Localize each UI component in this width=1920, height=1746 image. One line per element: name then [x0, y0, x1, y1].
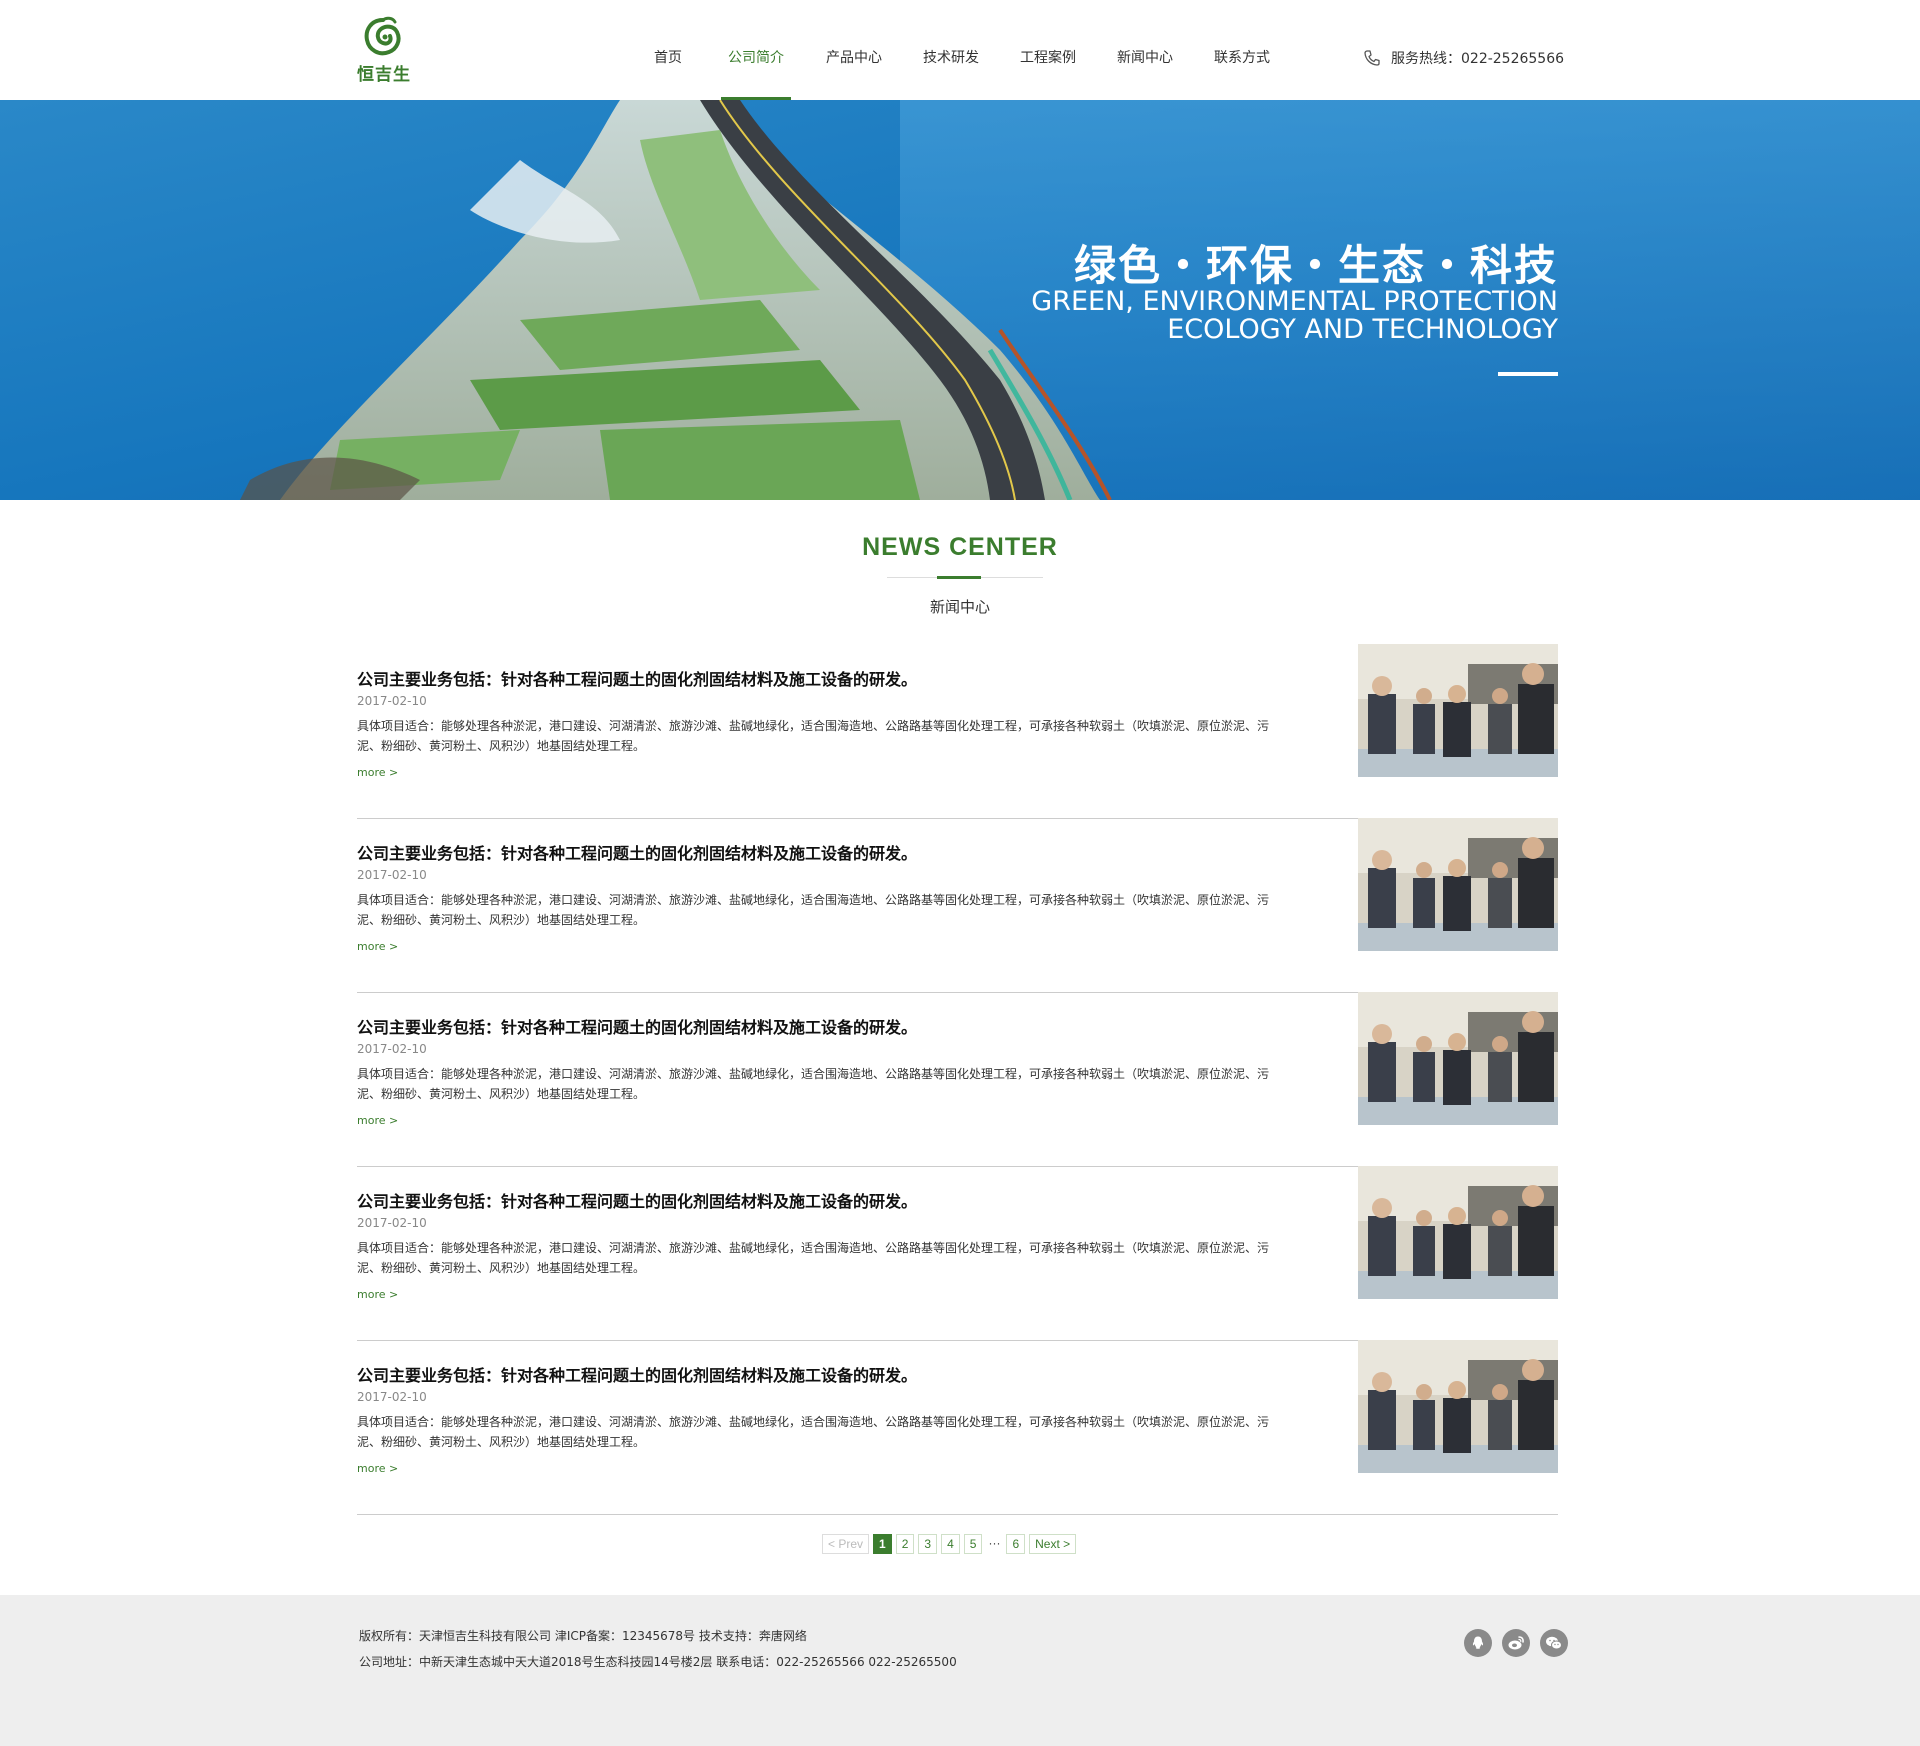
banner-image [0, 100, 1920, 500]
news-title[interactable]: 公司主要业务包括：针对各种工程问题土的固化剂固结材料及施工设备的研发。 [357, 1014, 917, 1038]
news-more-link[interactable]: more > [357, 1114, 398, 1127]
wechat-icon[interactable] [1540, 1629, 1568, 1657]
news-date: 2017-02-10 [357, 694, 427, 708]
hotline-text: 服务热线：022-25265566 [1391, 51, 1565, 67]
news-title[interactable]: 公司主要业务包括：针对各种工程问题土的固化剂固结材料及施工设备的研发。 [357, 666, 917, 690]
site-footer: 版权所有：天津恒吉生科技有限公司 津ICP备案：12345678号 技术支持：奔… [0, 1595, 1920, 1746]
banner-subtitle-line2: ECOLOGY AND TECHNOLOGY [1167, 314, 1558, 345]
news-thumbnail[interactable] [1358, 818, 1558, 951]
pagination-prev[interactable]: < Prev [822, 1534, 870, 1554]
news-title[interactable]: 公司主要业务包括：针对各种工程问题土的固化剂固结材料及施工设备的研发。 [357, 840, 917, 864]
news-title[interactable]: 公司主要业务包括：针对各种工程问题土的固化剂固结材料及施工设备的研发。 [357, 1188, 917, 1212]
hotline: 服务热线：022-25265566 [1363, 48, 1564, 68]
banner-subtitle: GREEN, ENVIRONMENTAL PROTECTION ECOLOGY … [1031, 288, 1558, 344]
section-subtitle: 新闻中心 [929, 598, 990, 616]
news-item: 公司主要业务包括：针对各种工程问题土的固化剂固结材料及施工设备的研发。 2017… [357, 992, 1558, 1167]
news-thumbnail[interactable] [1358, 644, 1558, 777]
social-links [1454, 1629, 1568, 1657]
news-description: 具体项目适合：能够处理各种淤泥，港口建设、河湖清淤、旅游沙滩、盐碱地绿化，适合围… [357, 1067, 1270, 1101]
news-item: 公司主要业务包括：针对各种工程问题土的固化剂固结材料及施工设备的研发。 2017… [357, 1340, 1558, 1515]
news-more-link[interactable]: more > [357, 1462, 398, 1475]
news-thumbnail[interactable] [1358, 1166, 1558, 1299]
news-date: 2017-02-10 [357, 868, 427, 882]
nav-about[interactable]: 公司简介 [721, 0, 791, 100]
nav-news[interactable]: 新闻中心 [1110, 0, 1180, 100]
news-item: 公司主要业务包括：针对各种工程问题土的固化剂固结材料及施工设备的研发。 2017… [357, 644, 1558, 819]
news-photo [1358, 818, 1558, 951]
news-photo [1358, 644, 1558, 777]
news-item: 公司主要业务包括：针对各种工程问题土的固化剂固结材料及施工设备的研发。 2017… [357, 818, 1558, 993]
news-date: 2017-02-10 [357, 1042, 427, 1056]
pagination-next[interactable]: Next > [1029, 1534, 1077, 1554]
news-thumbnail[interactable] [1358, 992, 1558, 1125]
logo[interactable]: 恒吉生 [357, 16, 419, 85]
logo-dragon-icon [364, 16, 401, 56]
nav-research[interactable]: 技术研发 [916, 0, 986, 100]
pagination-ellipsis: ··· [988, 1536, 1001, 1550]
news-description: 具体项目适合：能够处理各种淤泥，港口建设、河湖清淤、旅游沙滩、盐碱地绿化，适合围… [357, 719, 1270, 753]
footer-address: 公司地址：中新天津生态城中天大道2018号生态科技园14号楼2层 联系电话：02… [359, 1655, 957, 1669]
news-description: 具体项目适合：能够处理各种淤泥，港口建设、河湖清淤、旅游沙滩、盐碱地绿化，适合围… [357, 893, 1270, 927]
news-photo [1358, 992, 1558, 1125]
pagination-page-4[interactable]: 4 [941, 1534, 960, 1554]
logo-text: 恒吉生 [357, 65, 411, 85]
section-divider-accent [937, 576, 981, 579]
phone-icon [1364, 50, 1380, 66]
pagination-page-1[interactable]: 1 [873, 1534, 892, 1554]
news-thumbnail[interactable] [1358, 1340, 1558, 1473]
pagination-page-3[interactable]: 3 [918, 1534, 938, 1554]
news-date: 2017-02-10 [357, 1390, 427, 1404]
pagination-page-5[interactable]: 5 [963, 1534, 983, 1554]
weibo-icon[interactable] [1502, 1629, 1530, 1657]
section-title: NEWS CENTER [862, 533, 1058, 561]
pagination-page-2[interactable]: 2 [895, 1534, 915, 1554]
banner-underline [1498, 372, 1558, 376]
banner-title: 绿色・环保・生态・科技 [1073, 241, 1558, 290]
news-photo [1358, 1340, 1558, 1473]
main-nav: 首页 公司简介 产品中心 技术研发 工程案例 新闻中心 联系方式 [637, 0, 1277, 100]
pagination-page-last[interactable]: 6 [1006, 1534, 1026, 1554]
banner-subtitle-line1: GREEN, ENVIRONMENTAL PROTECTION [1031, 286, 1558, 317]
news-more-link[interactable]: more > [357, 1288, 398, 1301]
news-date: 2017-02-10 [357, 1216, 427, 1230]
pagination: < Prev 1 2 3 4 5 ··· 6 Next > [822, 1534, 1080, 1554]
news-description: 具体项目适合：能够处理各种淤泥，港口建设、河湖清淤、旅游沙滩、盐碱地绿化，适合围… [357, 1415, 1270, 1449]
news-description: 具体项目适合：能够处理各种淤泥，港口建设、河湖清淤、旅游沙滩、盐碱地绿化，适合围… [357, 1241, 1270, 1275]
qq-icon[interactable] [1464, 1629, 1492, 1657]
news-more-link[interactable]: more > [357, 766, 398, 779]
nav-cases[interactable]: 工程案例 [1013, 0, 1083, 100]
nav-products[interactable]: 产品中心 [819, 0, 889, 100]
site-header: 恒吉生 首页 公司简介 产品中心 技术研发 工程案例 新闻中心 联系方式 服务热… [0, 0, 1920, 100]
footer-copyright: 版权所有：天津恒吉生科技有限公司 津ICP备案：12345678号 技术支持：奔… [359, 1629, 807, 1643]
news-item: 公司主要业务包括：针对各种工程问题土的固化剂固结材料及施工设备的研发。 2017… [357, 1166, 1558, 1341]
hero-banner: 绿色・环保・生态・科技 GREEN, ENVIRONMENTAL PROTECT… [0, 100, 1920, 500]
news-photo [1358, 1166, 1558, 1299]
news-title[interactable]: 公司主要业务包括：针对各种工程问题土的固化剂固结材料及施工设备的研发。 [357, 1362, 917, 1386]
nav-contact[interactable]: 联系方式 [1207, 0, 1277, 100]
news-more-link[interactable]: more > [357, 940, 398, 953]
nav-home[interactable]: 首页 [637, 0, 699, 100]
